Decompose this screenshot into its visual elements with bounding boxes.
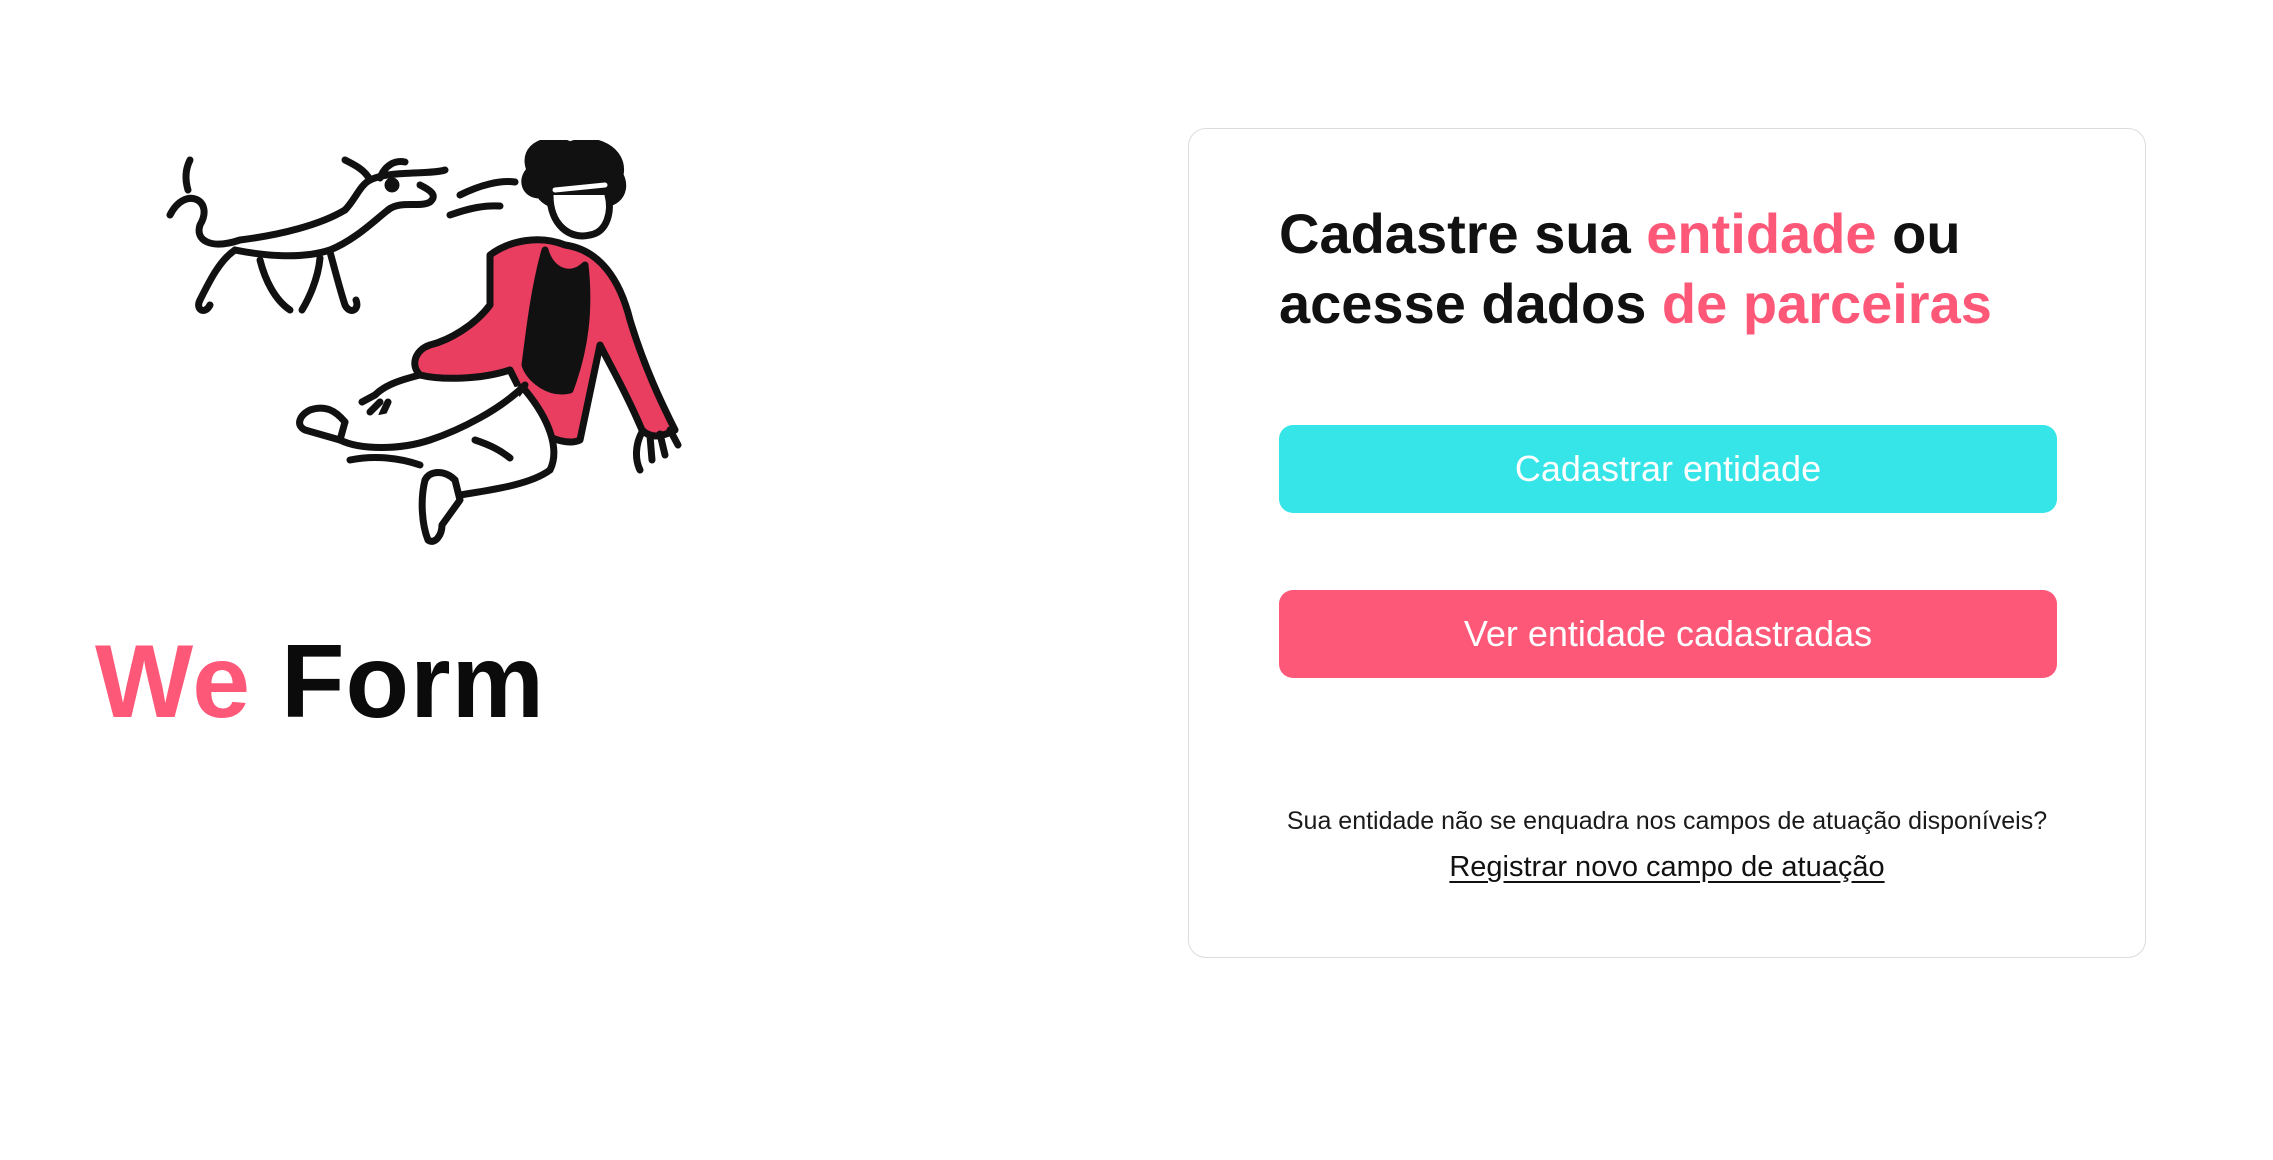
logo-we: We — [95, 624, 252, 740]
action-card: Cadastre sua entidade ou acesse dados de… — [1188, 128, 2146, 958]
help-question: Sua entidade não se enquadra nos campos … — [1286, 807, 2048, 835]
cadastrar-entidade-button[interactable]: Cadastrar entidade — [1279, 425, 2057, 513]
card-headline: Cadastre sua entidade ou acesse dados de… — [1279, 199, 2099, 339]
headline-accent-parceiras: de parceiras — [1661, 272, 1992, 335]
landing-page: We Form Cadastre sua entidade ou acesse … — [0, 0, 2273, 1160]
brand-logo: We Form — [95, 620, 545, 745]
register-field-link[interactable]: Registrar novo campo de atuação — [1189, 851, 2145, 884]
headline-part2: ou — [1876, 202, 1961, 265]
headline-accent-entidade: entidade — [1646, 202, 1877, 265]
dog-drawing — [166, 156, 449, 314]
headline-part3: acesse dados — [1279, 272, 1662, 335]
logo-form: Form — [281, 624, 546, 740]
headline-part1: Cadastre sua — [1279, 202, 1647, 265]
running-person-with-dog-illustration — [166, 140, 682, 545]
ver-entidades-button[interactable]: Ver entidade cadastradas — [1279, 590, 2057, 678]
